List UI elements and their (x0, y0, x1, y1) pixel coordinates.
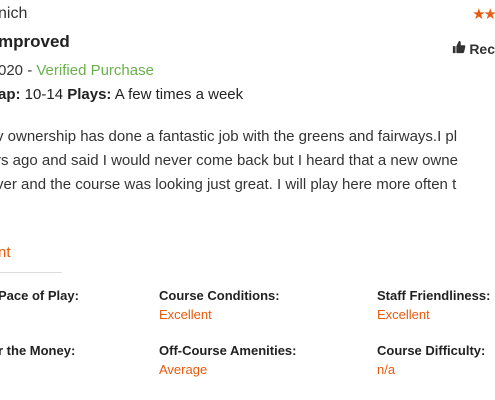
recommend-button[interactable]: Rec (452, 40, 495, 57)
rating-label-off-course-amenities: Off-Course Amenities: (159, 343, 297, 358)
review-date: 020 (0, 62, 24, 79)
handicap-value: 10-14 (24, 86, 64, 103)
rating-value-staff-friendliness: Excellent (377, 307, 430, 322)
player-meta: ap: 10-14 Plays: A few times a week (0, 86, 243, 103)
thumbs-up-icon (452, 40, 466, 57)
rating-value-course-difficulty: n/a (377, 362, 396, 377)
review-date-line: 020 - Verified Purchase (0, 62, 154, 79)
rating-value-off-course-amenities: Average (159, 362, 208, 377)
star-rating: ★★ (472, 5, 495, 23)
rating-label-staff-friendliness: Staff Friendliness: (377, 288, 491, 303)
rating-value-course-conditions: Excellent (159, 307, 212, 322)
review-title: mproved (0, 32, 70, 51)
review-body: v ownership has done a fantastic job wit… (0, 125, 458, 197)
section-divider (0, 272, 62, 273)
rating-label-pace-of-play: Pace of Play: (0, 288, 79, 303)
ratings-section-heading: nt (0, 244, 11, 261)
recommend-label: Rec (469, 40, 495, 57)
rating-label-value-for-money: r the Money: (0, 343, 76, 358)
star-icon: ★ (472, 6, 486, 23)
reviewer-name: nich (0, 5, 28, 22)
handicap-label: ap: (0, 86, 21, 103)
date-separator: - (23, 62, 37, 79)
star-icon: ★ (483, 6, 495, 23)
rating-label-course-conditions: Course Conditions: (159, 288, 280, 303)
plays-value: A few times a week (114, 86, 244, 103)
review-body-line: v ownership has done a fantastic job wit… (0, 128, 458, 145)
review-body-line: ver and the course was looking just grea… (0, 176, 457, 193)
rating-label-course-difficulty: Course Difficulty: (377, 343, 486, 358)
review-body-line: rs ago and said I would never come back … (0, 152, 458, 169)
verified-purchase: Verified Purchase (36, 62, 154, 79)
plays-label: Plays: (67, 86, 112, 103)
